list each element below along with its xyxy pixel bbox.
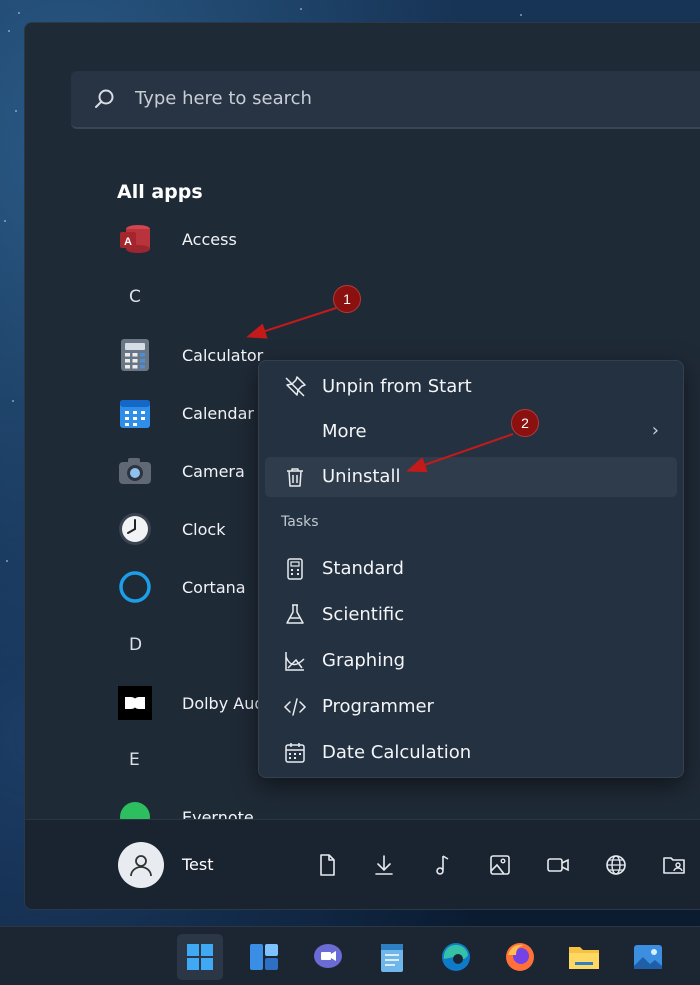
trash-icon: [287, 468, 303, 487]
task-item-standard[interactable]: Standard: [265, 549, 677, 589]
dolby-icon: [117, 685, 153, 721]
menu-item-unpin[interactable]: Unpin from Start: [265, 367, 677, 407]
standard-calculator-icon: [287, 558, 303, 580]
app-label: Dolby Aud: [182, 693, 265, 713]
menu-item-uninstall[interactable]: Uninstall: [265, 457, 677, 497]
network-icon[interactable]: [604, 853, 628, 877]
annotation-badge-2: 2: [511, 409, 539, 437]
app-label: Calculator: [182, 345, 264, 365]
flask-icon: [286, 604, 304, 624]
edge-icon[interactable]: [433, 934, 479, 980]
all-apps-title: All apps: [117, 181, 203, 203]
app-label: Cortana: [182, 577, 246, 597]
app-item-clock[interactable]: Clock: [117, 509, 225, 549]
notepad-icon[interactable]: [369, 934, 415, 980]
teams-chat-icon[interactable]: [305, 934, 351, 980]
menu-item-label: More: [322, 421, 367, 442]
downloads-icon[interactable]: [372, 853, 396, 877]
task-item-label: Programmer: [322, 696, 434, 717]
calendar-icon: [117, 395, 153, 431]
task-item-label: Scientific: [322, 604, 405, 625]
photos-icon[interactable]: [625, 934, 671, 980]
menu-item-label: Unpin from Start: [322, 376, 472, 397]
chevron-right-icon: ›: [651, 420, 659, 441]
personal-folder-icon[interactable]: [662, 853, 686, 877]
camera-icon: [117, 453, 153, 489]
tasks-section-label: Tasks: [281, 514, 319, 530]
pictures-icon[interactable]: [488, 853, 512, 877]
letter-header-d[interactable]: D: [129, 635, 142, 655]
widgets-icon[interactable]: [241, 934, 287, 980]
search-placeholder: Type here to search: [135, 88, 312, 109]
taskbar: [0, 926, 700, 985]
letter-header-e[interactable]: E: [129, 750, 140, 770]
app-item-access[interactable]: A Access: [117, 219, 237, 259]
app-label: Access: [182, 229, 237, 249]
graph-icon: [285, 652, 305, 671]
cortana-icon: [117, 569, 153, 605]
context-menu: Unpin from Start More › Uninstall Tasks …: [258, 360, 684, 778]
calculator-icon: [117, 337, 153, 373]
access-icon: A: [117, 221, 153, 257]
app-item-calculator[interactable]: Calculator: [117, 335, 263, 375]
music-icon[interactable]: [430, 853, 454, 877]
menu-item-label: Uninstall: [322, 466, 401, 487]
task-item-label: Standard: [322, 558, 404, 579]
task-item-label: Date Calculation: [322, 742, 472, 763]
start-bottom-bar: Test: [25, 819, 700, 909]
app-label: Calendar: [182, 403, 254, 423]
task-item-graphing[interactable]: Graphing: [265, 641, 677, 681]
code-icon: [283, 698, 307, 716]
calendar-grid-icon: [285, 743, 305, 763]
search-box[interactable]: Type here to search: [71, 71, 700, 129]
user-avatar[interactable]: [118, 842, 164, 888]
firefox-icon[interactable]: [497, 934, 543, 980]
task-item-label: Graphing: [322, 650, 406, 671]
menu-item-more[interactable]: More ›: [265, 412, 677, 452]
file-explorer-icon[interactable]: [561, 934, 607, 980]
task-item-programmer[interactable]: Programmer: [265, 687, 677, 727]
search-icon: [95, 89, 114, 108]
unpin-icon: [285, 376, 306, 397]
clock-icon: [117, 511, 153, 547]
app-label: Camera: [182, 461, 245, 481]
videos-icon[interactable]: [546, 853, 570, 877]
documents-icon[interactable]: [315, 853, 339, 877]
app-item-camera[interactable]: Camera: [117, 451, 245, 491]
task-item-scientific[interactable]: Scientific: [265, 595, 677, 635]
svg-text:A: A: [124, 236, 132, 248]
truncated-taskbar-icon[interactable]: [689, 934, 700, 980]
user-name[interactable]: Test: [182, 855, 214, 874]
user-icon: [130, 855, 152, 877]
app-label: Clock: [182, 519, 226, 539]
annotation-badge-1: 1: [333, 285, 361, 313]
app-item-dolby[interactable]: Dolby Aud: [117, 683, 265, 723]
start-icon[interactable]: [177, 934, 223, 980]
task-item-date-calculation[interactable]: Date Calculation: [265, 733, 677, 773]
app-item-cortana[interactable]: Cortana: [117, 567, 246, 607]
letter-header-c[interactable]: C: [129, 287, 141, 307]
app-item-calendar[interactable]: Calendar: [117, 393, 254, 433]
